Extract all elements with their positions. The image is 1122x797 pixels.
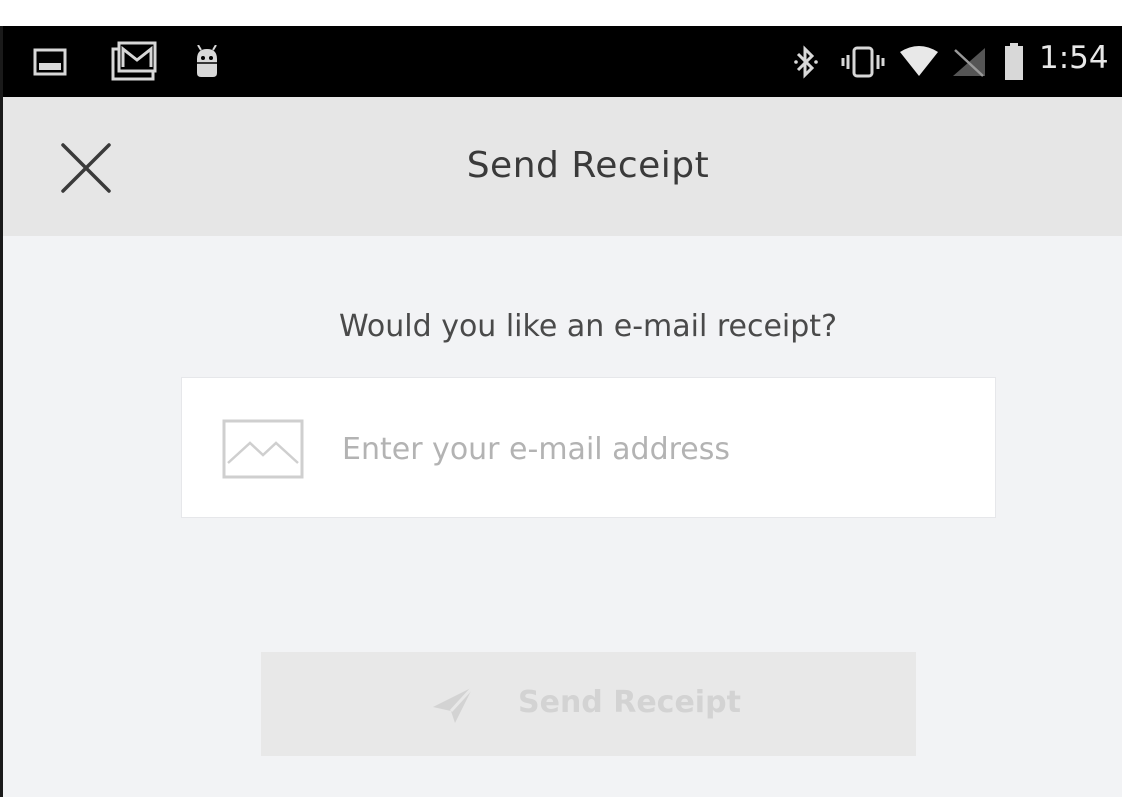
- wifi-icon: [900, 46, 938, 76]
- status-bar: 1:54: [3, 26, 1122, 97]
- device-frame: 1:54 Send Receipt Would you like an e-ma…: [0, 0, 1122, 797]
- paper-plane-icon: [433, 685, 475, 723]
- page-title: Send Receipt: [466, 145, 710, 186]
- send-receipt-button[interactable]: Send Receipt: [261, 652, 916, 756]
- no-signal-icon: [953, 48, 985, 77]
- status-time: 1:54: [1039, 40, 1109, 76]
- app-bar: Send Receipt: [3, 97, 1122, 236]
- app-screen: 1:54 Send Receipt Would you like an e-ma…: [0, 26, 1122, 797]
- gmail-icon: [111, 41, 157, 81]
- bluetooth-icon: [794, 45, 818, 79]
- email-receipt-prompt: Would you like an e-mail receipt?: [339, 309, 837, 344]
- android-icon: [197, 45, 217, 77]
- email-field-container[interactable]: [181, 377, 996, 518]
- battery-icon: [1005, 43, 1023, 80]
- send-receipt-label: Send Receipt: [518, 685, 741, 720]
- image-notification-icon: [33, 48, 67, 76]
- email-input[interactable]: [342, 414, 962, 484]
- envelope-icon: [222, 419, 304, 479]
- vibrate-icon: [841, 46, 885, 78]
